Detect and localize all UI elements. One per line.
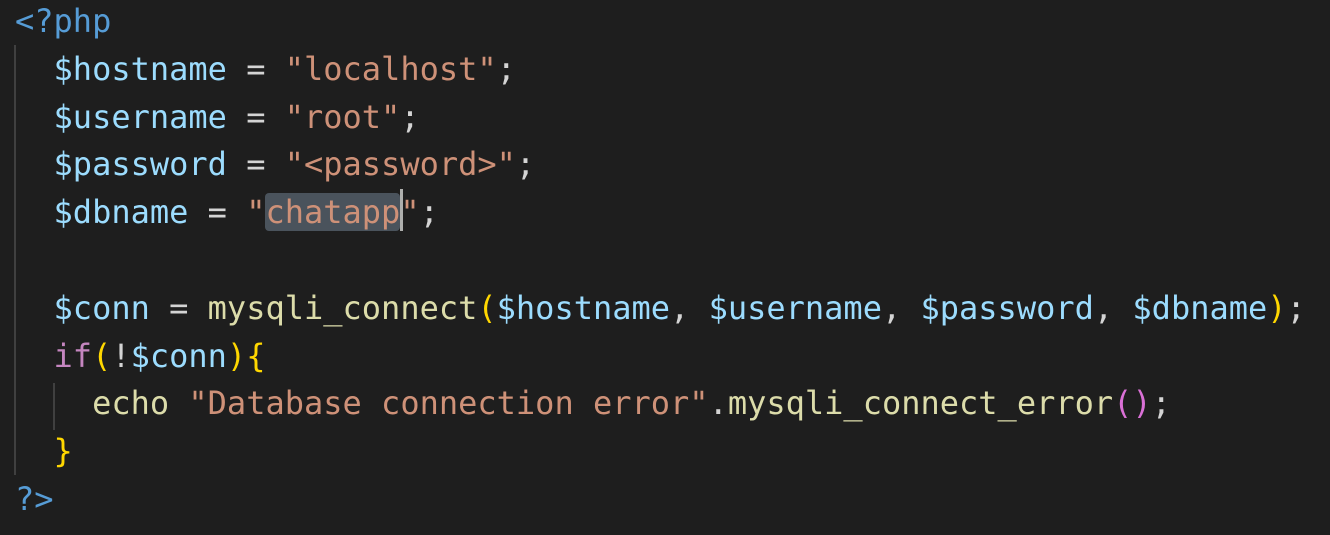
code-token: ,	[881, 288, 921, 327]
code-token: !	[111, 336, 131, 375]
code-line[interactable]: $username = "root";	[15, 94, 1306, 142]
code-line[interactable]: echo "Database connection error".mysqli_…	[15, 380, 1306, 428]
code-line[interactable]	[15, 237, 1306, 285]
code-token: ;	[1151, 384, 1171, 423]
code-token: $hostname	[496, 288, 671, 327]
code-token: $conn	[130, 336, 227, 375]
code-token: ;	[400, 97, 420, 136]
code-editor[interactable]: <?php $hostname = "localhost"; $username…	[15, 0, 1306, 524]
code-token: "localhost"	[284, 49, 497, 88]
code-token: (	[1113, 384, 1133, 423]
code-token: "	[246, 193, 266, 232]
code-token: (	[477, 288, 497, 327]
code-token: =	[226, 145, 285, 184]
code-token: $password	[53, 145, 227, 184]
code-token: $username	[708, 288, 882, 327]
code-line[interactable]: $conn = mysqli_connect($hostname, $usern…	[15, 285, 1306, 333]
code-token: ?>	[15, 479, 54, 518]
code-token: =	[149, 288, 208, 327]
code-token: ,	[670, 288, 709, 327]
code-token: "root"	[284, 97, 401, 136]
code-token: (	[92, 336, 112, 375]
code-token: $conn	[53, 288, 150, 327]
code-line[interactable]: $hostname = "localhost";	[15, 46, 1306, 94]
code-token: =	[188, 193, 247, 232]
code-token: "	[400, 193, 420, 232]
code-token: if	[53, 336, 93, 375]
code-token: .	[708, 384, 728, 423]
code-line[interactable]: $password = "<password>";	[15, 141, 1306, 189]
code-line[interactable]: ?>	[15, 476, 1306, 524]
code-token: ;	[419, 193, 439, 232]
code-token: =	[226, 49, 285, 88]
code-token: ;	[1286, 288, 1306, 327]
code-line[interactable]: }	[15, 428, 1306, 476]
code-line[interactable]: $dbname = "chatapp";	[15, 189, 1306, 237]
code-token: $hostname	[53, 49, 227, 88]
code-token: mysqli_connect_error	[727, 384, 1114, 423]
code-token: ;	[515, 145, 536, 184]
code-token: ;	[496, 49, 516, 88]
code-token: "<password>"	[284, 145, 516, 184]
code-token: )	[226, 336, 247, 375]
code-token: $username	[53, 97, 227, 136]
code-token: )	[1132, 384, 1152, 423]
code-token: $dbname	[53, 193, 189, 232]
code-token: =	[226, 97, 285, 136]
code-token: }	[53, 432, 73, 471]
code-token: mysqli_connect	[207, 288, 478, 327]
code-token: ,	[1093, 288, 1133, 327]
selected-text: chatapp	[265, 193, 401, 232]
code-token: )	[1267, 288, 1287, 327]
code-token: {	[246, 336, 266, 375]
code-line[interactable]: <?php	[15, 0, 1306, 46]
code-token: echo	[92, 384, 170, 423]
code-token: $password	[920, 288, 1094, 327]
code-token: "Database connection error"	[188, 384, 709, 423]
code-token: <?php	[15, 2, 112, 40]
code-line[interactable]: if(!$conn){	[15, 333, 1306, 381]
code-token: $dbname	[1132, 288, 1268, 327]
